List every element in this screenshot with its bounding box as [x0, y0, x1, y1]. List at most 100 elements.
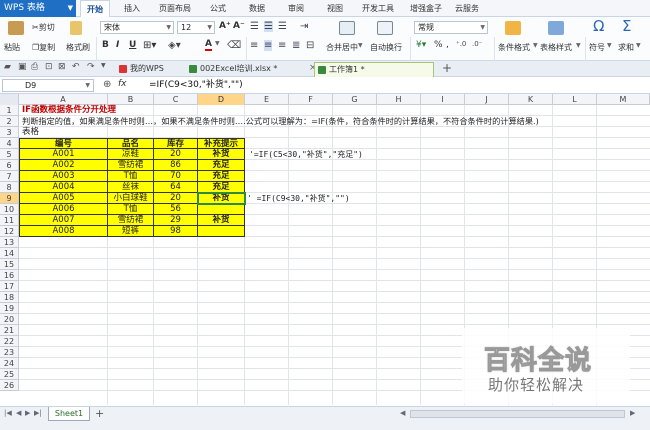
justify-icon[interactable]: ≣	[292, 40, 300, 51]
app-logo-menu[interactable]: WPS 表格 ▼	[0, 0, 76, 17]
row-header-5[interactable]: 5	[0, 149, 19, 160]
next-sheet-icon[interactable]: ▶	[25, 409, 30, 417]
table-cell-stock[interactable]: 86	[154, 160, 198, 171]
clear-format-icon[interactable]: ⌫	[227, 40, 241, 51]
table-cell-name[interactable]: T恤	[108, 171, 154, 182]
first-sheet-icon[interactable]: |◀	[4, 409, 12, 417]
column-header-c[interactable]: C	[154, 94, 198, 105]
doc-tab-my-wps[interactable]: 我的WPS	[116, 62, 182, 77]
table-cell-hint[interactable]: 补货	[198, 215, 245, 226]
tab-cloud-service[interactable]: 云服务	[451, 0, 483, 17]
doc-tab-workbook1[interactable]: 工作簿1 *	[314, 62, 434, 77]
column-header-a[interactable]: A	[19, 94, 108, 105]
table-cell-name[interactable]: 雪纺裙	[108, 160, 154, 171]
cut-button[interactable]: ✂剪切	[32, 22, 55, 33]
prev-sheet-icon[interactable]: ◀	[16, 409, 21, 417]
table-cell-stock[interactable]: 20	[154, 149, 198, 160]
increase-decimal-icon[interactable]: ⁺.0	[456, 40, 466, 48]
tab-home[interactable]: 开始	[80, 0, 110, 17]
column-header-h[interactable]: H	[377, 94, 421, 105]
table-style-button[interactable]: 表格样式	[540, 42, 572, 53]
export-pdf-icon[interactable]: ⊠	[58, 62, 66, 72]
row-header-10[interactable]: 10	[0, 204, 19, 215]
row-header-23[interactable]: 23	[0, 347, 19, 358]
align-center-icon[interactable]: ≡	[264, 40, 273, 51]
table-cell-name[interactable]: T恤	[108, 204, 154, 215]
align-middle-icon[interactable]: ☰	[264, 21, 273, 32]
table-cell-name[interactable]: 短裤	[108, 226, 154, 237]
copy-button[interactable]: ❐复制	[32, 42, 55, 53]
row-header-7[interactable]: 7	[0, 171, 19, 182]
table-cell-stock[interactable]: 56	[154, 204, 198, 215]
shrink-font-button[interactable]: A⁻	[233, 21, 245, 31]
column-header-l[interactable]: L	[553, 94, 597, 105]
wrap-text-button[interactable]: 自动换行	[370, 42, 402, 53]
row-header-6[interactable]: 6	[0, 160, 19, 171]
table-cell-id[interactable]: A008	[19, 226, 108, 237]
row-header-25[interactable]: 25	[0, 369, 19, 380]
italic-button[interactable]: I	[116, 40, 119, 50]
percent-button[interactable]: %	[434, 40, 443, 50]
tab-formula[interactable]: 公式	[204, 0, 232, 17]
column-header-g[interactable]: G	[333, 94, 377, 105]
row-header-22[interactable]: 22	[0, 336, 19, 347]
chevron-down-icon[interactable]: ▼	[101, 62, 106, 69]
table-header-id[interactable]: 编号	[19, 138, 108, 149]
table-cell-stock[interactable]: 64	[154, 182, 198, 193]
row-header-2[interactable]: 2	[0, 116, 19, 127]
table-cell-id[interactable]: A004	[19, 182, 108, 193]
redo-icon[interactable]: ↷	[87, 62, 95, 72]
row-header-17[interactable]: 17	[0, 281, 19, 292]
horizontal-scrollbar[interactable]	[410, 410, 625, 418]
table-cell-stock[interactable]: 70	[154, 171, 198, 182]
row-header-16[interactable]: 16	[0, 270, 19, 281]
column-header-m[interactable]: M	[597, 94, 650, 105]
comma-style-button[interactable]: ,	[446, 40, 449, 50]
distributed-icon[interactable]: ⊟	[306, 40, 314, 51]
font-size-select[interactable]: 12 ▼	[177, 21, 215, 34]
table-cell-id[interactable]: A007	[19, 215, 108, 226]
tab-review[interactable]: 审阅	[282, 0, 310, 17]
row-header-13[interactable]: 13	[0, 237, 19, 248]
table-cell-id[interactable]: A002	[19, 160, 108, 171]
zoom-search-icon[interactable]: ⊕	[103, 79, 111, 90]
decrease-decimal-icon[interactable]: .0⁻	[472, 40, 482, 48]
table-cell-hint[interactable]: 充足	[198, 160, 245, 171]
format-painter-button[interactable]: 格式刷	[66, 42, 90, 53]
undo-icon[interactable]: ↶	[72, 62, 80, 72]
table-cell-hint[interactable]: 补货	[198, 149, 245, 160]
print-icon[interactable]: ⎙	[31, 62, 38, 72]
select-all-corner[interactable]	[0, 94, 19, 105]
tab-developer[interactable]: 开发工具	[356, 0, 400, 17]
row-header-15[interactable]: 15	[0, 259, 19, 270]
sum-button[interactable]: 求和	[618, 42, 634, 53]
borders-icon[interactable]: ⊞▾	[143, 40, 156, 51]
cell-a1-title[interactable]: IF函数根据条件分开处理	[22, 105, 116, 116]
print-preview-icon[interactable]: ⊡	[45, 62, 53, 72]
merge-center-button[interactable]: 合并居中	[326, 42, 358, 53]
paste-button[interactable]: 粘贴	[4, 42, 20, 53]
cell-e5-formula-note[interactable]: '=IF(C5<30,"补货","充足")	[249, 149, 363, 160]
table-cell-name[interactable]: 雪纺裙	[108, 215, 154, 226]
align-top-icon[interactable]: ☰	[250, 21, 259, 32]
table-cell-name[interactable]: 凉鞋	[108, 149, 154, 160]
table-cell-id[interactable]: A006	[19, 204, 108, 215]
formula-input[interactable]: =IF(C9<30,"补货","")	[149, 79, 243, 91]
table-cell-hint[interactable]: 充足	[198, 171, 245, 182]
cell-a3-label[interactable]: 表格	[22, 127, 39, 138]
table-header-stock[interactable]: 库存	[154, 138, 198, 149]
function-wizard-button[interactable]: fx	[118, 79, 127, 89]
tab-insert[interactable]: 插入	[118, 0, 146, 17]
add-sheet-button[interactable]: +	[95, 407, 104, 420]
table-cell-hint[interactable]	[198, 204, 245, 215]
active-cell-d9[interactable]	[197, 192, 246, 205]
symbol-button[interactable]: 符号	[589, 42, 605, 53]
row-header-26[interactable]: 26	[0, 380, 19, 391]
new-tab-button[interactable]: +	[442, 61, 452, 75]
name-box[interactable]: D9 ▼	[2, 79, 94, 92]
save-icon[interactable]: ▣	[18, 62, 27, 72]
table-cell-name[interactable]: 丝袜	[108, 182, 154, 193]
row-header-14[interactable]: 14	[0, 248, 19, 259]
row-header-4[interactable]: 4	[0, 138, 19, 149]
doc-tab-excel-training[interactable]: 002Excel培训.xlsx *	[186, 62, 306, 77]
